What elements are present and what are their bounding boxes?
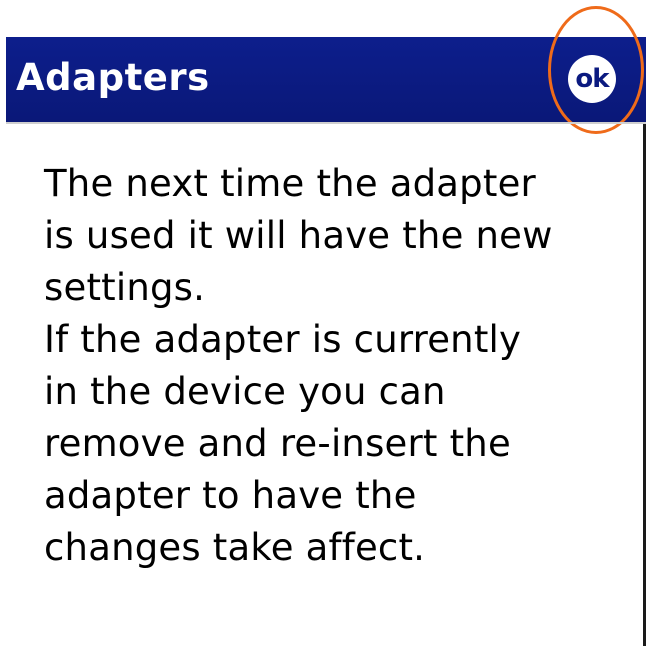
- dialog-title: Adapters: [16, 56, 210, 99]
- message-line: adapter to have the: [44, 474, 417, 517]
- message-line: If the adapter is currently: [44, 318, 522, 361]
- message-line: is used it will have the new: [44, 214, 553, 257]
- message-line: settings.: [44, 266, 206, 309]
- dialog-right-border: [643, 124, 646, 646]
- ok-button[interactable]: ok: [568, 55, 616, 103]
- message-line: in the device you can: [44, 370, 446, 413]
- message-line: remove and re-insert the: [44, 422, 511, 465]
- message-line: The next time the adapter: [44, 162, 536, 205]
- message-line: changes take affect.: [44, 526, 426, 569]
- adapters-dialog: Adapters ok The next time the adapter is…: [0, 0, 650, 646]
- title-bar: Adapters ok: [6, 37, 646, 122]
- title-divider: [6, 122, 646, 124]
- ok-button-label: ok: [575, 63, 609, 94]
- message-text: The next time the adapter is used it wil…: [44, 158, 624, 574]
